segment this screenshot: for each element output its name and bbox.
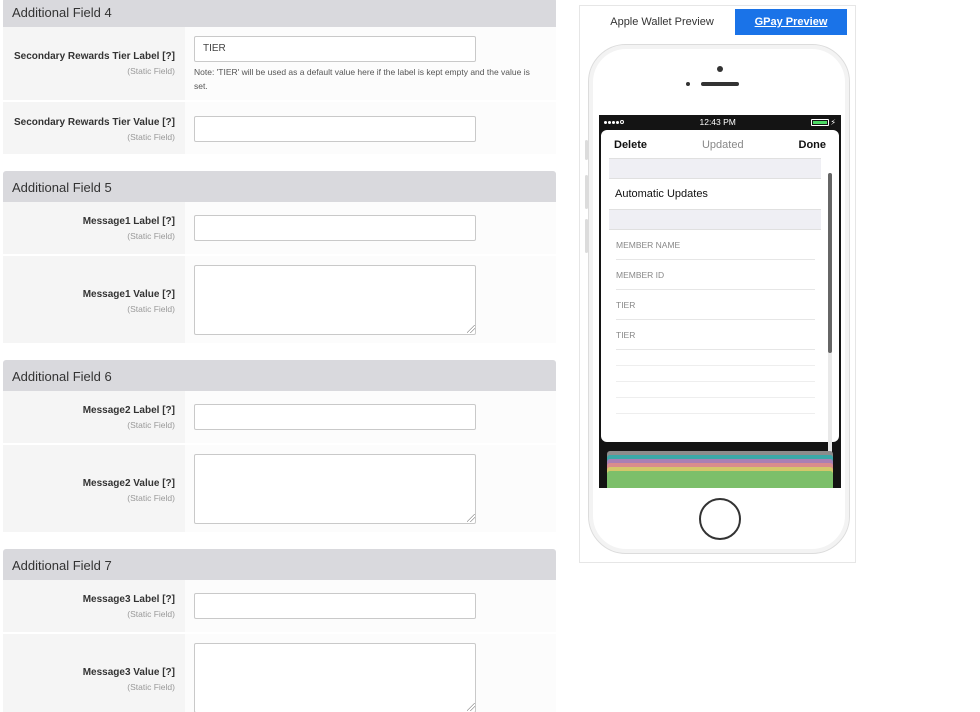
help-hint[interactable]: [?] — [162, 117, 175, 128]
pass-preview-panel: Apple Wallet Preview GPay Preview 12:43 … — [579, 5, 856, 563]
empty-list-line — [616, 350, 815, 366]
form-row-message2-label: Message2 Label [?] (Static Field) — [3, 391, 556, 445]
empty-list-line — [616, 398, 815, 414]
message2-value-textarea[interactable] — [194, 454, 476, 524]
form-row-secondary-tier-value: Secondary Rewards Tier Value [?] (Static… — [3, 102, 556, 156]
tab-gpay-preview[interactable]: GPay Preview — [735, 9, 847, 35]
section-additional-field-7: Additional Field 7 Message3 Label [?] (S… — [3, 549, 556, 712]
field-label-block: Message2 Label [?] (Static Field) — [3, 391, 185, 443]
section-additional-field-4: Additional Field 4 Secondary Rewards Tie… — [3, 0, 556, 156]
charging-bolt-icon: ⚡ — [830, 117, 836, 127]
empty-list-line — [616, 366, 815, 382]
list-scrollbar[interactable] — [828, 173, 832, 453]
form-row-message3-value: Message3 Value [?] (Static Field) — [3, 634, 556, 712]
form-row-secondary-tier-label: Secondary Rewards Tier Label [?] (Static… — [3, 27, 556, 102]
field-label: Secondary Rewards Tier Value — [13, 117, 160, 128]
secondary-tier-value-input[interactable] — [194, 116, 476, 142]
section-additional-field-5: Additional Field 5 Message1 Label [?] (S… — [3, 171, 556, 345]
section-title: Additional Field 6 — [3, 360, 556, 391]
field-label-block: Message1 Value [?] (Static Field) — [3, 256, 185, 343]
list-separator — [609, 158, 821, 179]
static-field-caption: (Static Field) — [127, 304, 175, 314]
message1-label-input[interactable] — [194, 215, 476, 241]
field-label-block: Message1 Label [?] (Static Field) — [3, 202, 185, 254]
static-field-caption: (Static Field) — [127, 609, 175, 619]
field-label-block: Message2 Value [?] (Static Field) — [3, 445, 185, 532]
field-label: Message3 Value — [82, 667, 160, 678]
wallet-card — [607, 471, 833, 488]
pass-details-list: Automatic Updates MEMBER NAME MEMBER ID … — [609, 158, 821, 438]
field-label-block: Message3 Value [?] (Static Field) — [3, 634, 185, 712]
message3-value-textarea[interactable] — [194, 643, 476, 712]
message1-value-textarea[interactable] — [194, 265, 476, 335]
static-field-caption: (Static Field) — [127, 132, 175, 142]
default-value-note: Note: 'TIER' will be used as a default v… — [194, 67, 530, 91]
iphone-mockup: 12:43 PM ⚡ Delete Updated Done Automatic… — [585, 44, 850, 554]
automatic-updates-row[interactable]: Automatic Updates — [609, 179, 821, 209]
static-field-caption: (Static Field) — [127, 682, 175, 692]
form-column: Additional Field 4 Secondary Rewards Tie… — [3, 0, 556, 712]
section-title: Additional Field 4 — [3, 0, 556, 27]
section-additional-field-6: Additional Field 6 Message2 Label [?] (S… — [3, 360, 556, 534]
done-button[interactable]: Done — [799, 139, 827, 151]
updated-label: Updated — [701, 139, 744, 151]
list-item: TIER — [616, 320, 815, 350]
list-separator — [609, 209, 821, 230]
field-label-block: Secondary Rewards Tier Label [?] (Static… — [3, 27, 185, 100]
pass-nav-bar: Delete Updated Done — [601, 130, 839, 160]
list-item: TIER — [616, 290, 815, 320]
static-field-caption: (Static Field) — [127, 231, 175, 241]
home-button[interactable] — [699, 498, 741, 540]
help-hint[interactable]: [?] — [162, 51, 175, 62]
scrollbar-thumb[interactable] — [828, 173, 832, 353]
form-row-message2-value: Message2 Value [?] (Static Field) — [3, 445, 556, 534]
form-row-message3-label: Message3 Label [?] (Static Field) — [3, 580, 556, 634]
help-hint[interactable]: [?] — [162, 405, 175, 416]
message2-label-input[interactable] — [194, 404, 476, 430]
phone-screen: 12:43 PM ⚡ Delete Updated Done Automatic… — [599, 115, 841, 488]
list-item: MEMBER ID — [616, 260, 815, 290]
static-field-caption: (Static Field) — [127, 66, 175, 76]
status-time: 12:43 PM — [699, 117, 736, 127]
secondary-tier-label-input[interactable]: TIER — [194, 36, 476, 62]
field-label-block: Secondary Rewards Tier Value [?] (Static… — [3, 102, 185, 154]
form-row-message1-value: Message1 Value [?] (Static Field) — [3, 256, 556, 345]
status-bar: 12:43 PM ⚡ — [599, 115, 841, 129]
list-item: MEMBER NAME — [616, 230, 815, 260]
speaker-icon — [701, 82, 739, 86]
static-field-caption: (Static Field) — [127, 420, 175, 430]
pass-back-sheet: Delete Updated Done Automatic Updates ME… — [601, 130, 839, 453]
help-hint[interactable]: [?] — [162, 478, 175, 489]
field-label: Message1 Label — [82, 216, 160, 227]
field-label: Message2 Label — [82, 405, 160, 416]
phone-side-button — [585, 175, 588, 209]
battery-icon: ⚡ — [811, 118, 836, 127]
help-hint[interactable]: [?] — [162, 667, 175, 678]
field-label: Secondary Rewards Tier Label — [14, 51, 160, 62]
sensor-icon — [686, 82, 690, 86]
phone-side-button — [585, 219, 588, 253]
empty-list-line — [616, 382, 815, 398]
back-fields: MEMBER NAME MEMBER ID TIER TIER — [609, 230, 821, 414]
field-label: Message2 Value — [82, 478, 160, 489]
help-hint[interactable]: [?] — [162, 594, 175, 605]
section-title: Additional Field 7 — [3, 549, 556, 580]
tab-apple-wallet-preview[interactable]: Apple Wallet Preview — [588, 9, 736, 35]
signal-strength-icon — [604, 120, 624, 124]
field-label-block: Message3 Label [?] (Static Field) — [3, 580, 185, 632]
form-row-message1-label: Message1 Label [?] (Static Field) — [3, 202, 556, 256]
help-hint[interactable]: [?] — [162, 289, 175, 300]
camera-icon — [717, 66, 723, 72]
section-title: Additional Field 5 — [3, 171, 556, 202]
resize-handle-icon[interactable] — [467, 325, 475, 333]
resize-handle-icon[interactable] — [467, 514, 475, 522]
static-field-caption: (Static Field) — [127, 493, 175, 503]
delete-button[interactable]: Delete — [614, 139, 647, 151]
help-hint[interactable]: [?] — [162, 216, 175, 227]
message3-label-input[interactable] — [194, 593, 476, 619]
field-label: Message1 Value — [82, 289, 160, 300]
resize-handle-icon[interactable] — [467, 703, 475, 711]
phone-side-button — [585, 140, 588, 160]
field-label: Message3 Label — [82, 594, 160, 605]
